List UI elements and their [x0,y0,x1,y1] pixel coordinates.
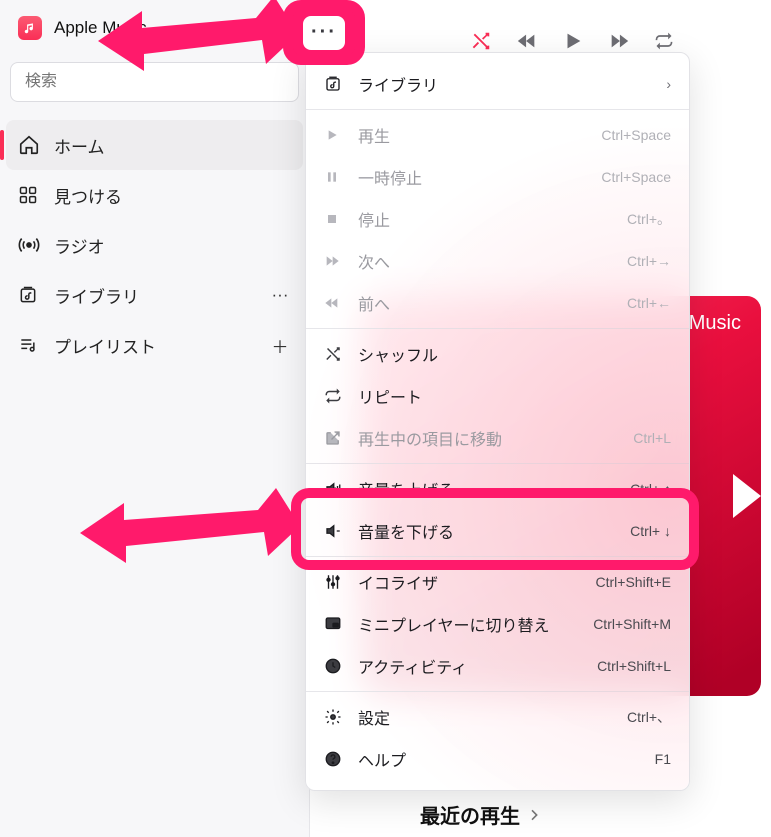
menu-item-label: リピート [358,384,671,408]
menu-section: イコライザCtrl+Shift+Eミニプレイヤーに切り替えCtrl+Shift+… [306,556,689,691]
next-icon [324,253,358,269]
menu-item-label: 停止 [358,207,627,231]
menu-item-label: 設定 [358,705,627,729]
menu-item-miniplayer[interactable]: ミニプレイヤーに切り替えCtrl+Shift+M [306,603,689,645]
menu-item-shuffle[interactable]: シャッフル [306,333,689,375]
menu-item-shortcut: Ctrl+、 [627,707,671,727]
more-icon[interactable]: ··· [269,285,291,305]
menu-item-shortcut: Ctrl+Shift+M [593,616,671,632]
library-icon [324,75,358,93]
menu-item-shortcut: Ctrl+Shift+E [596,574,671,590]
menu-item-shortcut: Ctrl+L [633,430,671,446]
menu-item-shortcut: Ctrl+。 [627,209,671,229]
menu-item-label: アクティビティ [358,654,597,678]
recent-label: 最近の再生 [420,800,520,829]
repeat-icon [324,387,358,405]
menu-item-shortcut: Ctrl+ ↓ [630,523,671,539]
chevron-right-icon: › [666,76,671,92]
sidebar-item-radio[interactable]: ラジオ [6,220,303,270]
menu-item-label: 再生中の項目に移動 [358,426,633,450]
sidebar-item-playlist[interactable]: プレイリスト ＋ [6,320,303,370]
menu-item-pause: 一時停止Ctrl+Space [306,156,689,198]
menu-item-play: 再生Ctrl+Space [306,114,689,156]
menu-item-label: 次へ [358,249,627,273]
menu-item-label: 音量を下げる [358,519,630,543]
prev-icon [324,295,358,311]
menu-item-equalizer[interactable]: イコライザCtrl+Shift+E [306,561,689,603]
chevron-right-icon [526,807,542,823]
menu-item-stop: 停止Ctrl+。 [306,198,689,240]
menu-item-library[interactable]: ライブラリ› [306,63,689,105]
menu-section: ライブラリ› [306,59,689,109]
menu-item-shortcut: Ctrl+Space [601,169,671,185]
menu-section: 再生Ctrl+Space一時停止Ctrl+Space停止Ctrl+。次へCtrl… [306,109,689,328]
activity-icon [324,657,358,675]
search-input[interactable] [10,62,299,102]
menu-item-label: シャッフル [358,342,671,366]
menu-item-help[interactable]: ヘルプF1 [306,738,689,780]
recent-heading[interactable]: 最近の再生 [420,800,542,829]
volup-icon [324,480,358,498]
sidebar-item-library[interactable]: ライブラリ ··· [6,270,303,320]
library-icon [18,285,54,305]
menu-item-activity[interactable]: アクティビティCtrl+Shift+L [306,645,689,687]
sidebar-item-label: ホーム [54,133,105,158]
radio-icon [18,234,54,256]
grid-icon [18,185,54,205]
sidebar: Apple Music ホーム 見つける ラジオ ライブラリ [0,0,310,837]
menu-section: 設定Ctrl+、ヘルプF1 [306,691,689,784]
menu-item-repeat[interactable]: リピート [306,375,689,417]
playlist-icon [18,335,54,355]
goto-icon [324,429,358,447]
play-icon [733,474,761,518]
menu-item-next: 次へCtrl+→ [306,240,689,282]
shuffle-icon [324,345,358,363]
sidebar-nav: ホーム 見つける ラジオ ライブラリ ··· プレイリスト ＋ [0,120,309,370]
menu-item-prev: 前へCtrl+← [306,282,689,324]
menu-section: シャッフルリピート再生中の項目に移動Ctrl+L [306,328,689,463]
menu-item-voldown[interactable]: 音量を下げるCtrl+ ↓ [306,510,689,552]
app-logo-icon [18,16,42,40]
menu-item-label: 一時停止 [358,165,601,189]
play-icon [324,127,358,143]
menu-item-goto: 再生中の項目に移動Ctrl+L [306,417,689,459]
sidebar-item-label: ラジオ [54,233,105,258]
menu-item-settings[interactable]: 設定Ctrl+、 [306,696,689,738]
settings-icon [324,708,358,726]
app-title: Apple Music [54,18,147,38]
plus-icon[interactable]: ＋ [269,333,291,358]
home-icon [18,134,54,156]
menu-item-label: ミニプレイヤーに切り替え [358,612,593,636]
menu-item-shortcut: Ctrl+ ↑ [630,481,671,497]
menu-item-label: ヘルプ [358,747,655,771]
app-title-row: Apple Music [0,0,309,50]
stop-icon [324,211,358,227]
menu-item-volup[interactable]: 音量を上げるCtrl+ ↑ [306,468,689,510]
feature-card-label: Music [689,312,741,335]
pause-icon [324,169,358,185]
menu-item-label: 音量を上げる [358,477,630,501]
menu-item-shortcut: Ctrl+← [627,295,671,311]
search-wrap [10,62,299,102]
equalizer-icon [324,573,358,591]
miniplayer-icon [324,615,358,633]
help-icon [324,750,358,768]
menu-item-label: 前へ [358,291,627,315]
menu-item-shortcut: Ctrl+→ [627,253,671,269]
menu-item-label: 再生 [358,123,601,147]
voldown-icon [324,522,358,540]
menu-item-label: ライブラリ [358,72,666,96]
menu-item-shortcut: Ctrl+Shift+L [597,658,671,674]
menu-item-shortcut: F1 [655,751,671,767]
sidebar-item-label: 見つける [54,183,122,208]
menu-item-shortcut: Ctrl+Space [601,127,671,143]
sidebar-item-home[interactable]: ホーム [6,120,303,170]
sidebar-item-label: ライブラリ [54,283,139,308]
menu-item-label: イコライザ [358,570,596,594]
menu-section: 音量を上げるCtrl+ ↑音量を下げるCtrl+ ↓ [306,463,689,556]
sidebar-item-browse[interactable]: 見つける [6,170,303,220]
sidebar-item-label: プレイリスト [54,333,156,358]
more-menu: ライブラリ›再生Ctrl+Space一時停止Ctrl+Space停止Ctrl+。… [305,52,690,791]
